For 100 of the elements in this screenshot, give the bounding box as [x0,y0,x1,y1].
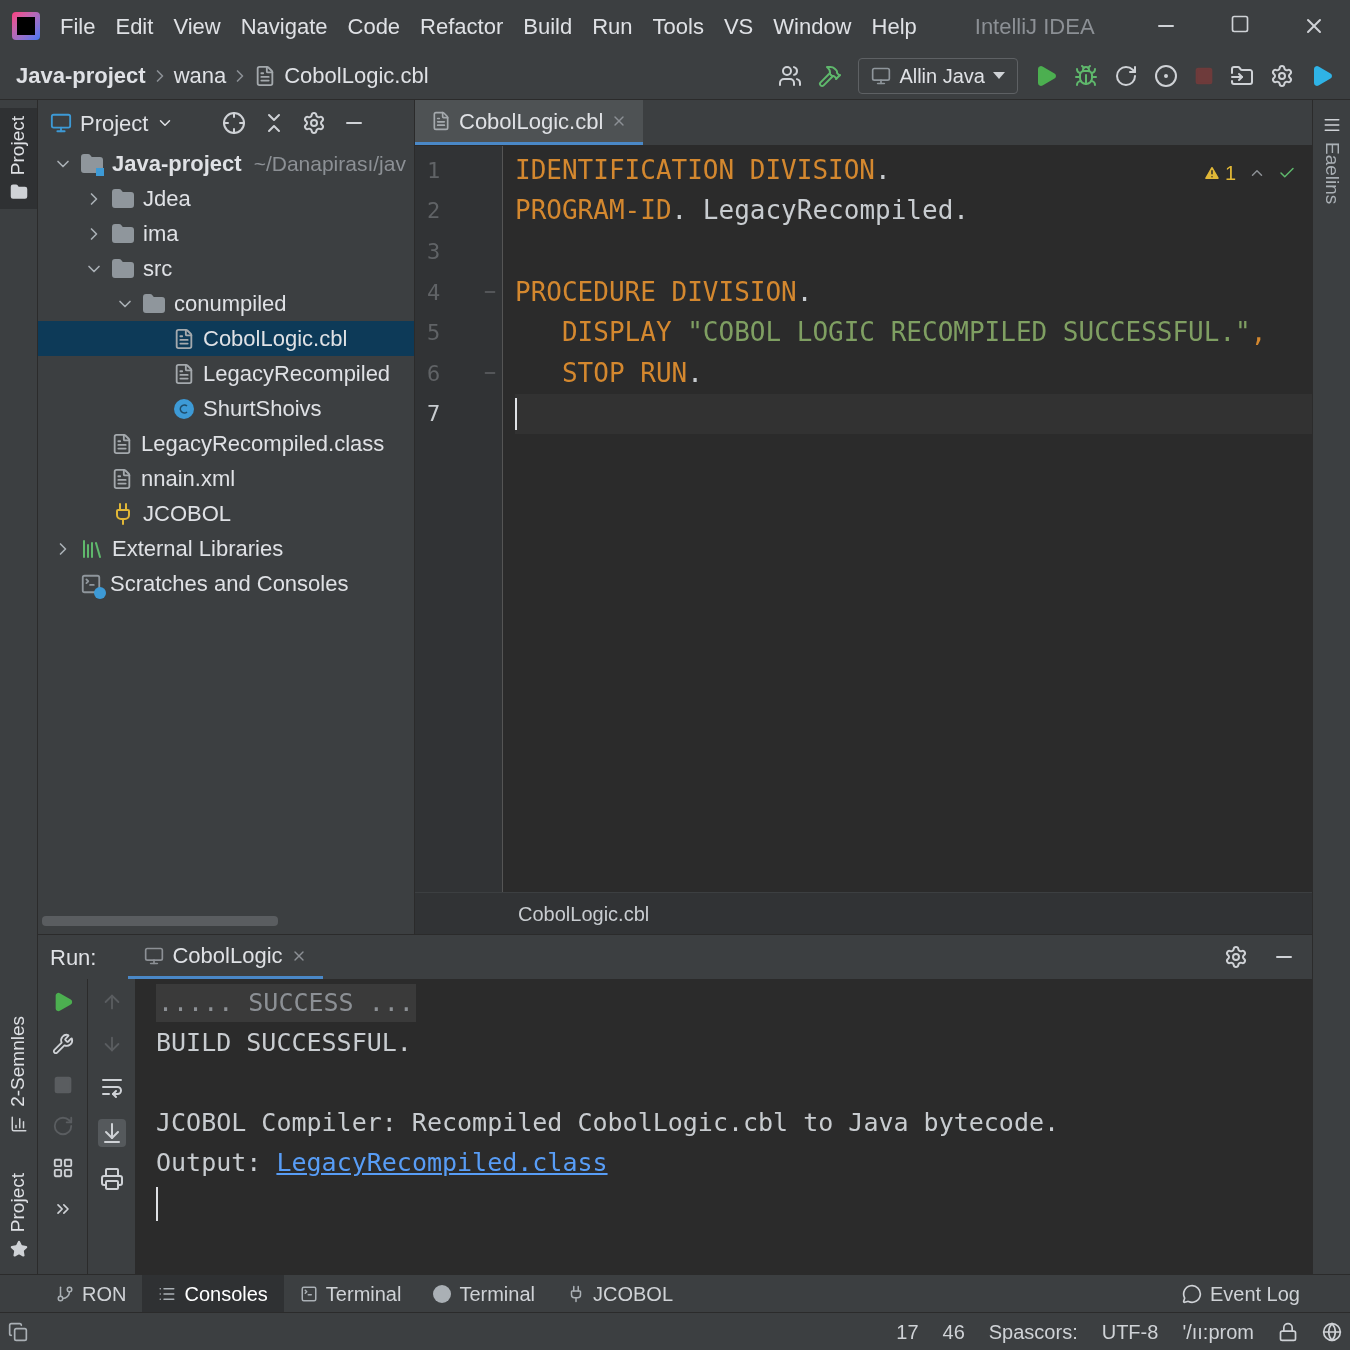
warning-icon [1202,164,1221,182]
debug-icon[interactable] [1074,63,1098,88]
console-line: JCOBOL Compiler: Recompiled CobolLogic.cbl to Java bytecode. [156,1107,1060,1140]
tree-item[interactable]: LegacyRecompiled [38,356,414,391]
console-line: BUILD SUCCESSFUL. [156,1027,412,1060]
code-line: IDENTIFICATION DIVISION. [515,153,891,187]
caret-icon [993,72,1005,79]
tool-tab[interactable]: JCOBOL [551,1275,690,1312]
speech-bubble-icon [1181,1283,1202,1304]
file-icon [431,111,451,131]
menu-item[interactable]: Window [773,9,852,43]
user-icon[interactable] [778,63,803,88]
text-cursor [156,1187,158,1221]
tree-label: nnain.xml [141,465,236,493]
status-item[interactable]: '/ıı:prom [1182,1316,1254,1347]
tree-item[interactable]: CobolLogic.cbl [38,321,414,356]
module-folder-icon [80,151,104,176]
menu-item[interactable]: Run [592,9,633,43]
line-number: 7 [427,400,441,429]
tree-item[interactable]: Java-project ~/Danapirası/jav [38,146,414,181]
window-title: IntelliJ IDEA [974,12,1095,41]
branch-icon [56,1284,74,1303]
menu-item[interactable]: Refactor [420,9,504,43]
maximize-icon[interactable] [1230,14,1250,34]
status-item[interactable]: 17 [896,1316,919,1347]
side-tab[interactable]: Eaelins [1317,116,1346,205]
tool-tab[interactable]: Consoles [142,1275,284,1312]
event-log-button[interactable]: Event Log [1181,1278,1300,1309]
layout-icon[interactable] [51,1157,74,1179]
folder-icon [111,221,135,246]
status-item[interactable]: UTF-8 [1101,1316,1159,1347]
settings-icon[interactable] [1224,945,1248,969]
locate-icon[interactable] [222,111,247,135]
star-icon [9,1240,28,1258]
globe-icon[interactable] [1322,1321,1342,1342]
menu-item[interactable]: Code [347,9,401,43]
tree-item[interactable]: External Libraries [38,531,414,566]
tool-tab[interactable]: Terminal [417,1275,551,1312]
wrench-icon[interactable] [51,1033,74,1055]
folder-icon [9,183,28,202]
menu-item[interactable]: Build [523,9,573,43]
tree-label: LegacyRecompiled [203,360,391,388]
bar-chart-icon [9,1114,28,1133]
tree-item[interactable]: conumpiled [38,286,414,321]
monitor-icon [871,65,892,86]
menu-item[interactable]: VS [723,9,754,43]
project-structure-icon[interactable] [1230,63,1254,88]
editor-tab[interactable]: CobolLogic.cbl [415,100,644,145]
console-icon [144,945,165,966]
tree-label: ShurtShoivs [203,395,322,423]
path-hint: ~/Danapirası/jav [253,150,406,177]
editor-breadcrumb[interactable]: CobolLogic.cbl [518,898,650,929]
tree-label: JCOBOL [143,500,232,528]
code-line: PROGRAM-ID. LegacyRecompiled. [515,194,969,228]
package-icon [142,291,166,316]
output-link[interactable]: LegacyRecompiled.class [276,1144,608,1182]
coin-icon [433,1284,452,1303]
tool-tab[interactable]: Terminal [283,1275,418,1312]
scroll-to-end-icon[interactable] [97,1119,126,1147]
code-line: STOP RUN. [560,356,703,390]
tree-label: LegacyRecompiled.class [141,430,385,458]
file-icon [111,467,133,490]
menu-item[interactable]: Edit [115,9,154,43]
side-tab[interactable]: 2-Semnles [0,1008,37,1141]
breadcrumb-item[interactable]: CobolLogic.cbl [284,59,429,92]
app-logo-icon [12,12,40,40]
toggle-panels-icon[interactable] [8,1321,28,1342]
tree-item[interactable]: Jdea [38,181,414,216]
code-line: DISPLAY "COBOL LOGIC RECOMPILED SUCCESSFUL.", [560,316,1267,350]
breadcrumb-item[interactable]: Java-project [16,59,146,92]
menu-item[interactable]: File [60,9,96,43]
panel-title[interactable]: Project [50,106,175,140]
tree-item[interactable]: ShurtShoivs [38,391,414,426]
side-tab[interactable]: Project [0,1164,37,1266]
build-icon[interactable] [818,63,843,88]
breadcrumb-item[interactable]: wana [173,59,227,92]
code-line: PROCEDURE DIVISION. [515,275,813,309]
tree-item[interactable]: nnain.xml [38,461,414,496]
tree-label: src [143,255,173,283]
warning-count[interactable]: 1 [1202,158,1236,188]
menu-item[interactable]: Tools [652,9,704,43]
lock-icon[interactable] [1278,1321,1298,1342]
panel-title: Run: [50,943,97,972]
status-item[interactable]: 46 [942,1316,965,1347]
print-icon[interactable] [99,1167,124,1191]
status-item[interactable]: Spascors: [988,1316,1078,1347]
tree-label: Jdea [143,185,191,213]
side-tab[interactable]: Project [0,108,37,210]
run-config-dropdown[interactable]: Allin Java [858,57,1018,94]
settings-icon[interactable] [302,111,327,135]
menu-item[interactable]: Help [871,9,917,43]
menu-item[interactable]: Navigate [240,9,328,43]
tool-tab[interactable]: RON [40,1275,143,1312]
menu-item[interactable]: View [173,9,221,43]
tree-item[interactable]: JCOBOL [38,496,414,531]
tree-item[interactable]: Scratches and Consoles [38,566,414,601]
tree-item[interactable]: ima [38,216,414,251]
settings-icon[interactable] [1270,63,1294,88]
tree-item[interactable]: src [38,251,414,286]
tree-item[interactable]: LegacyRecompiled.class [38,426,414,461]
